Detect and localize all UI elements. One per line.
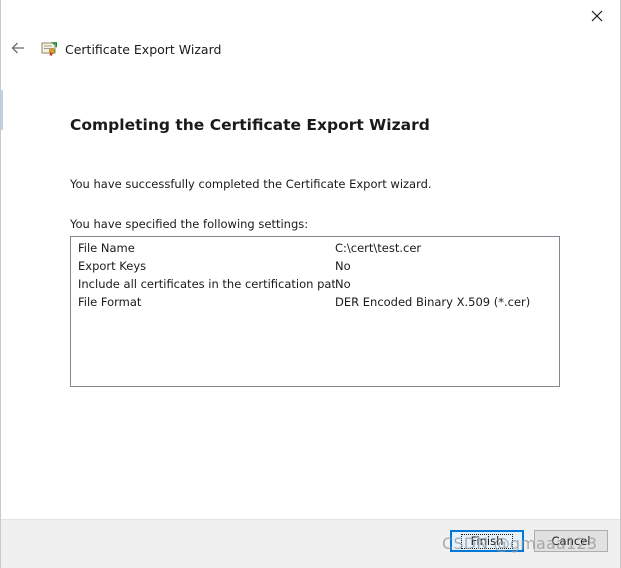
button-footer: [1, 520, 620, 568]
page-heading: Completing the Certificate Export Wizard: [70, 116, 430, 134]
window-title: Certificate Export Wizard: [65, 41, 222, 57]
window-edge-highlight: [1, 90, 3, 130]
settings-row: Export Keys No: [71, 257, 559, 275]
setting-value: C:\cert\test.cer: [335, 241, 422, 255]
success-message: You have successfully completed the Cert…: [70, 177, 432, 191]
setting-key: Include all certificates in the certific…: [78, 277, 335, 291]
setting-key: File Name: [78, 241, 135, 255]
close-button[interactable]: [580, 2, 614, 30]
settings-label: You have specified the following setting…: [70, 217, 309, 231]
back-arrow-icon: [11, 42, 24, 54]
close-icon: [591, 10, 603, 22]
cancel-button[interactable]: Cancel: [534, 530, 608, 552]
setting-value: No: [335, 277, 351, 291]
settings-list[interactable]: File Name C:\cert\test.cer Export Keys N…: [70, 236, 560, 387]
settings-row: File Format DER Encoded Binary X.509 (*.…: [71, 293, 559, 311]
wizard-title-bar: Certificate Export Wizard: [41, 38, 221, 60]
setting-value: DER Encoded Binary X.509 (*.cer): [335, 295, 531, 309]
certificate-icon: [41, 40, 59, 58]
finish-button-label: Finish: [460, 533, 514, 549]
setting-key: Export Keys: [78, 259, 147, 273]
setting-value: No: [335, 259, 351, 273]
finish-button[interactable]: Finish: [450, 530, 524, 552]
setting-key: File Format: [78, 295, 142, 309]
certificate-export-wizard-window: Certificate Export Wizard Completing the…: [0, 0, 621, 568]
back-button[interactable]: [6, 36, 30, 60]
settings-row: File Name C:\cert\test.cer: [71, 239, 559, 257]
settings-row: Include all certificates in the certific…: [71, 275, 559, 293]
cancel-button-label: Cancel: [551, 534, 591, 548]
